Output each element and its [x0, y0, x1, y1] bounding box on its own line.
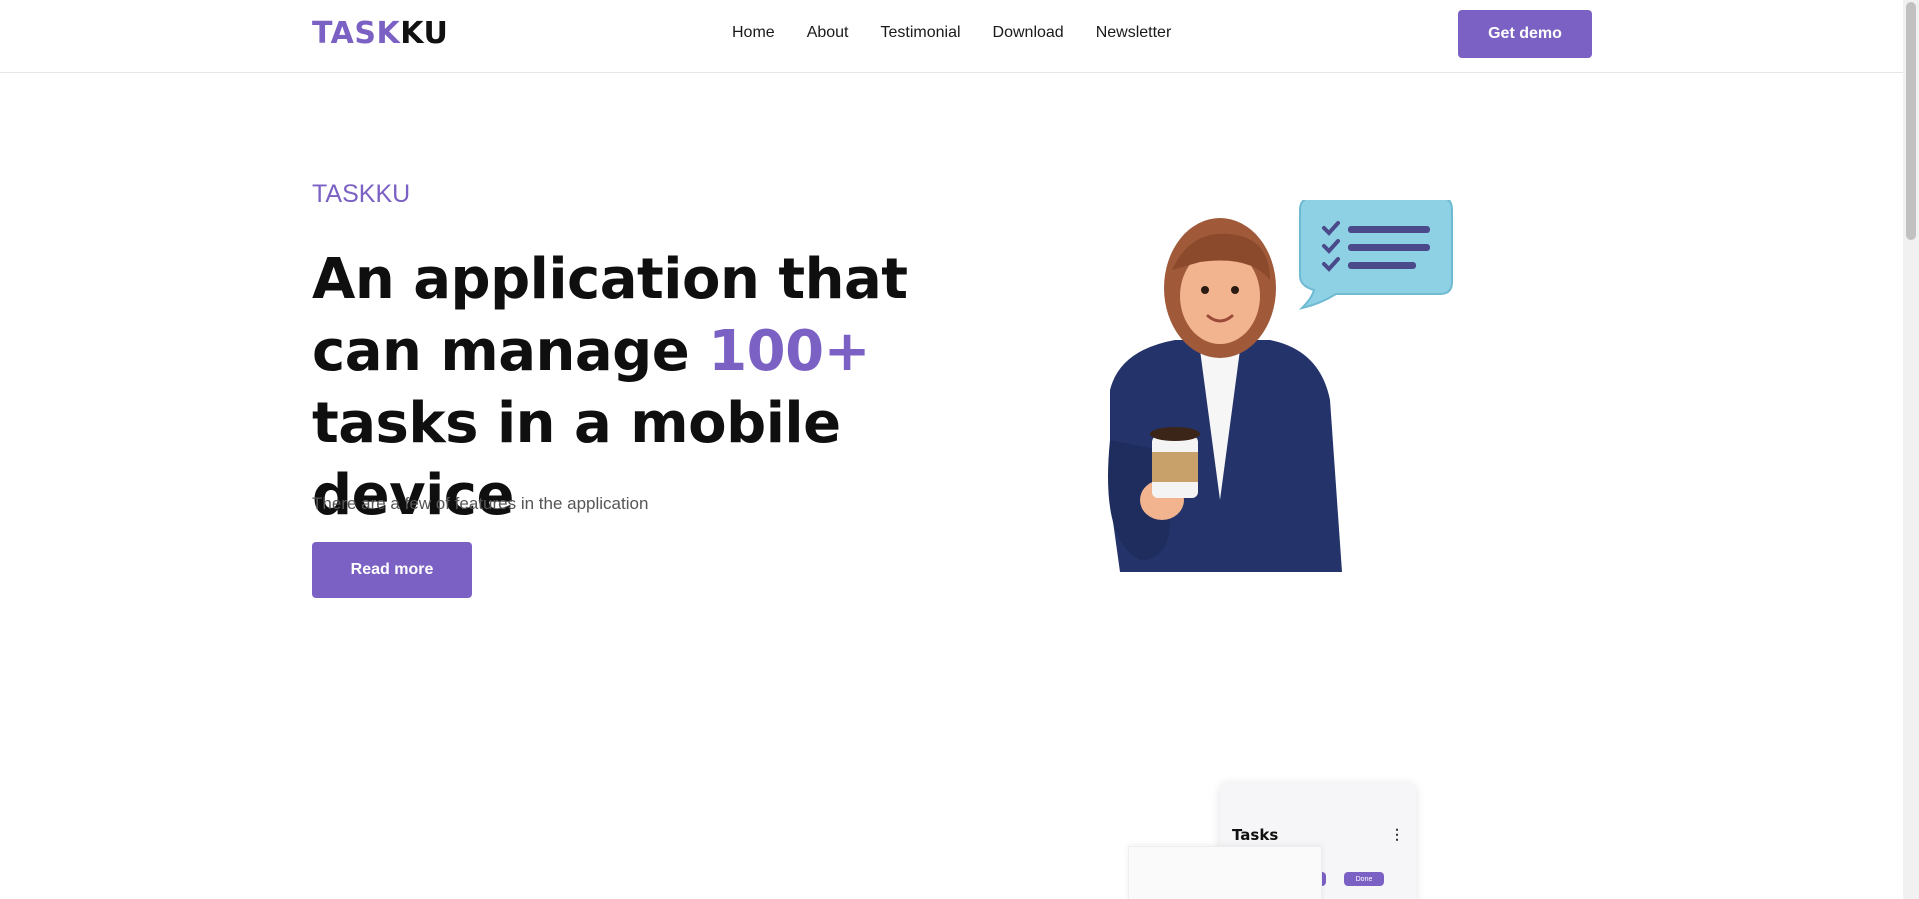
speech-bubble-checklist-icon: [1298, 200, 1453, 310]
preview-overlay-card: [1128, 846, 1322, 899]
main-nav: Home About Testimonial Download Newslett…: [732, 24, 1171, 42]
get-demo-button[interactable]: Get demo: [1458, 10, 1592, 58]
nav-about[interactable]: About: [807, 24, 849, 42]
site-header: TASKKU Home About Testimonial Download N…: [0, 0, 1903, 73]
nav-testimonial[interactable]: Testimonial: [881, 24, 961, 42]
nav-newsletter[interactable]: Newsletter: [1096, 24, 1172, 42]
nav-home[interactable]: Home: [732, 24, 775, 42]
tasks-title: Tasks: [1232, 826, 1279, 844]
logo-part-1: TASK: [312, 16, 401, 51]
more-vertical-icon[interactable]: ⋮: [1390, 826, 1404, 843]
headline-accent: 100+: [708, 319, 871, 384]
hero-headline: An application that can manage 100+ task…: [312, 244, 952, 532]
done-pill[interactable]: Done: [1344, 872, 1384, 886]
nav-download[interactable]: Download: [993, 24, 1064, 42]
hero-subtext: There are a few of features in the appli…: [312, 494, 649, 513]
logo-part-2: KU: [400, 16, 449, 51]
hero-eyebrow: TASKKU: [312, 180, 411, 208]
scrollbar-thumb[interactable]: [1906, 2, 1916, 240]
read-more-button[interactable]: Read more: [312, 542, 472, 598]
hero-illustration: [1108, 200, 1453, 572]
page-scrollbar[interactable]: [1903, 0, 1919, 899]
logo[interactable]: TASKKU: [312, 16, 448, 51]
